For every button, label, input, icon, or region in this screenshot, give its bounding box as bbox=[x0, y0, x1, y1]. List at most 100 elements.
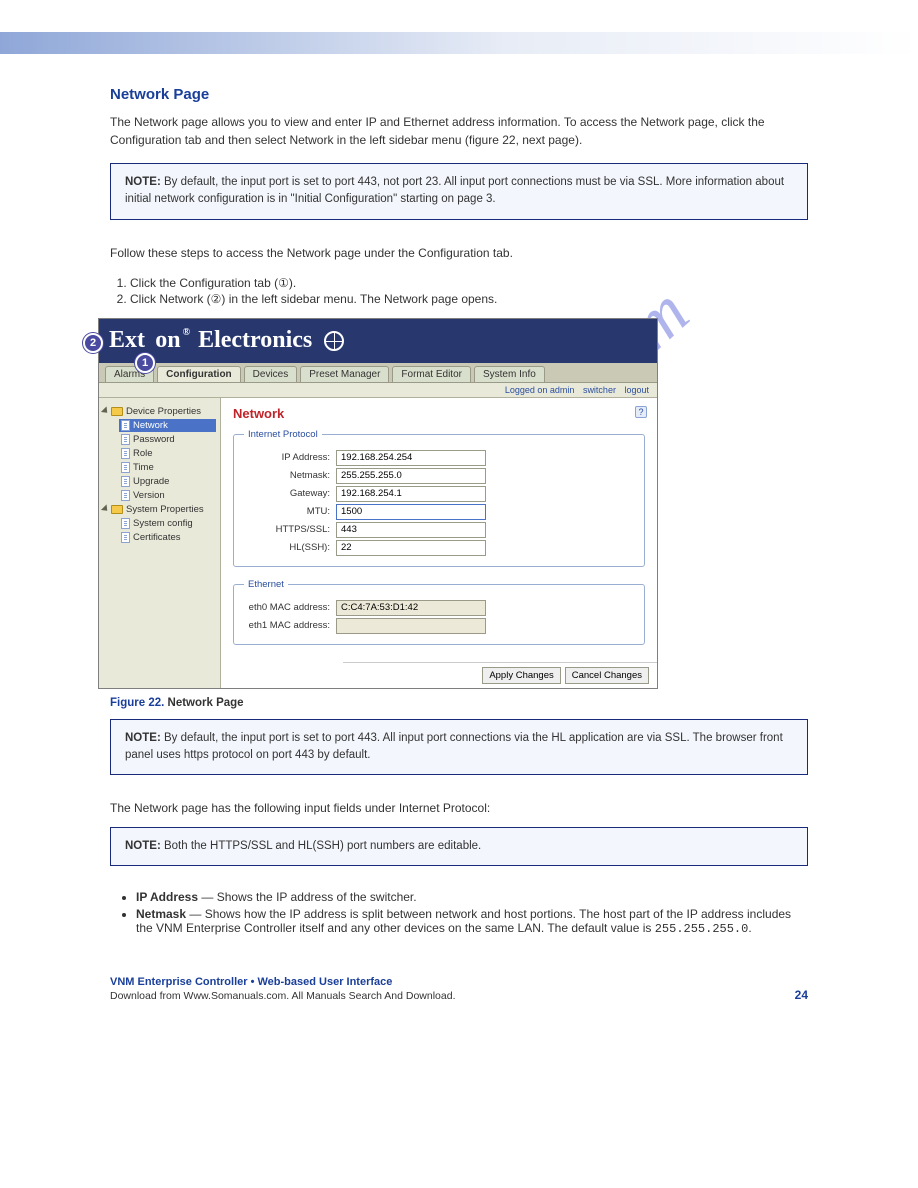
note-label: NOTE: bbox=[125, 732, 161, 744]
tree-label: Network bbox=[133, 420, 168, 431]
page-footer: VNM Enterprise Controller • Web-based Us… bbox=[110, 976, 808, 1002]
folder-system-properties[interactable]: System Properties bbox=[103, 504, 216, 515]
tree-label: Password bbox=[133, 434, 175, 445]
doc-icon bbox=[121, 462, 130, 473]
footer-sub: Download from Www.Somanuals.com. All Man… bbox=[110, 990, 456, 1002]
legend-internet-protocol: Internet Protocol bbox=[244, 429, 322, 440]
note-text: Both the HTTPS/SSL and HL(SSH) port numb… bbox=[161, 840, 481, 852]
label-ip-address: IP Address: bbox=[244, 452, 336, 463]
cancel-changes-button[interactable]: Cancel Changes bbox=[565, 667, 649, 684]
page-number: 24 bbox=[795, 988, 808, 1002]
input-eth1-mac bbox=[336, 618, 486, 634]
footer-left: VNM Enterprise Controller • Web-based Us… bbox=[110, 976, 456, 1002]
doc-icon bbox=[121, 420, 130, 431]
globe-icon bbox=[324, 331, 344, 351]
label-mtu: MTU: bbox=[244, 506, 336, 517]
folder-icon bbox=[111, 407, 123, 416]
note-box-2: NOTE: By default, the input port is set … bbox=[110, 719, 808, 776]
footer-title: VNM Enterprise Controller • Web-based Us… bbox=[110, 976, 456, 988]
figure-number: Figure 22. bbox=[110, 697, 164, 709]
apply-changes-button[interactable]: Apply Changes bbox=[482, 667, 560, 684]
screenshot-network-page: Extron® Electronics 1 Alarms Configurati… bbox=[98, 318, 658, 689]
screenshot-body: 2 Device Properties Network Password Rol… bbox=[99, 398, 657, 688]
brand-logo: Extron® Electronics bbox=[109, 327, 344, 354]
tree-certificates[interactable]: Certificates bbox=[119, 531, 216, 544]
doc-icon bbox=[121, 518, 130, 529]
folder-icon bbox=[111, 505, 123, 514]
help-icon[interactable]: ? bbox=[635, 406, 647, 418]
figure-text: Network Page bbox=[164, 697, 243, 709]
note-box-1: NOTE: By default, the input port is set … bbox=[110, 163, 808, 220]
step-2: Click Network (②) in the left sidebar me… bbox=[130, 292, 808, 306]
tree-network[interactable]: Network bbox=[119, 419, 216, 432]
login-text: Logged on admin bbox=[505, 385, 575, 395]
callout-1: 1 bbox=[135, 353, 155, 373]
doc-icon bbox=[121, 434, 130, 445]
input-netmask[interactable] bbox=[336, 468, 486, 484]
label-eth0-mac: eth0 MAC address: bbox=[244, 602, 336, 613]
doc-icon bbox=[121, 532, 130, 543]
bullet-label: Netmask bbox=[136, 907, 186, 921]
label-gateway: Gateway: bbox=[244, 488, 336, 499]
bullets-intro: The Network page has the following input… bbox=[110, 799, 808, 817]
tab-devices[interactable]: Devices bbox=[244, 366, 298, 382]
intro-paragraph: The Network page allows you to view and … bbox=[110, 113, 808, 149]
switcher-link[interactable]: switcher bbox=[583, 385, 616, 395]
tree-label: Upgrade bbox=[133, 476, 169, 487]
input-hl-ssh[interactable] bbox=[336, 540, 486, 556]
bullet-text: — Shows the IP address of the switcher. bbox=[198, 890, 417, 904]
tree-label: Version bbox=[133, 490, 165, 501]
screenshot-tabs: Alarms Configuration Devices Preset Mana… bbox=[99, 363, 657, 383]
tree-time[interactable]: Time bbox=[119, 461, 216, 474]
section-title: Network Page bbox=[110, 86, 808, 103]
doc-icon bbox=[121, 448, 130, 459]
tree-system-config[interactable]: System config bbox=[119, 517, 216, 530]
folder-label: Device Properties bbox=[126, 406, 201, 417]
bullet-netmask: Netmask — Shows how the IP address is sp… bbox=[136, 907, 808, 936]
tree-label: System config bbox=[133, 518, 193, 529]
doc-icon bbox=[121, 490, 130, 501]
logout-link[interactable]: logout bbox=[624, 385, 649, 395]
figure-wrap: manualshive.com Extron® Electronics 1 Al… bbox=[110, 318, 808, 689]
tab-preset-manager[interactable]: Preset Manager bbox=[300, 366, 389, 382]
screenshot-header: Extron® Electronics bbox=[99, 319, 657, 363]
input-mtu[interactable] bbox=[336, 504, 486, 520]
folder-label: System Properties bbox=[126, 504, 204, 515]
steps-list: Click the Configuration tab (①). Click N… bbox=[130, 276, 808, 306]
input-https-ssl[interactable] bbox=[336, 522, 486, 538]
tree-upgrade[interactable]: Upgrade bbox=[119, 475, 216, 488]
bullet-tail: . bbox=[748, 921, 751, 935]
steps-intro: Follow these steps to access the Network… bbox=[110, 244, 808, 262]
tree-password[interactable]: Password bbox=[119, 433, 216, 446]
brand-part1: Ext bbox=[109, 327, 145, 353]
note-label: NOTE: bbox=[125, 840, 161, 852]
label-hl-ssh: HL(SSH): bbox=[244, 542, 336, 553]
screenshot-main: Network ? Internet Protocol IP Address: … bbox=[221, 398, 657, 688]
callout-2: 2 bbox=[83, 333, 103, 353]
input-ip-address[interactable] bbox=[336, 450, 486, 466]
tab-format-editor[interactable]: Format Editor bbox=[392, 366, 471, 382]
group-internet-protocol: Internet Protocol IP Address: Netmask: G… bbox=[233, 429, 645, 567]
tab-configuration[interactable]: Configuration bbox=[157, 366, 241, 382]
label-eth1-mac: eth1 MAC address: bbox=[244, 620, 336, 631]
bullet-label: IP Address bbox=[136, 890, 198, 904]
input-eth0-mac bbox=[336, 600, 486, 616]
bullet-ip-address: IP Address — Shows the IP address of the… bbox=[136, 890, 808, 904]
brand-part2: on bbox=[155, 327, 180, 353]
step-1: Click the Configuration tab (①). bbox=[130, 276, 808, 290]
folder-device-properties[interactable]: Device Properties bbox=[103, 406, 216, 417]
login-bar: Logged on admin switcher logout bbox=[99, 383, 657, 398]
tree-label: Certificates bbox=[133, 532, 181, 543]
note-text: By default, the input port is set to por… bbox=[125, 176, 784, 205]
brand-word2: Electronics bbox=[198, 327, 312, 353]
doc-icon bbox=[121, 476, 130, 487]
tab-system-info[interactable]: System Info bbox=[474, 366, 545, 382]
input-gateway[interactable] bbox=[336, 486, 486, 502]
group-ethernet: Ethernet eth0 MAC address: eth1 MAC addr… bbox=[233, 579, 645, 645]
tree-version[interactable]: Version bbox=[119, 489, 216, 502]
page-title: Network bbox=[233, 406, 645, 421]
expand-icon bbox=[101, 406, 110, 415]
tree-role[interactable]: Role bbox=[119, 447, 216, 460]
bullet-list: IP Address — Shows the IP address of the… bbox=[136, 890, 808, 936]
button-bar: Apply Changes Cancel Changes bbox=[343, 662, 657, 688]
